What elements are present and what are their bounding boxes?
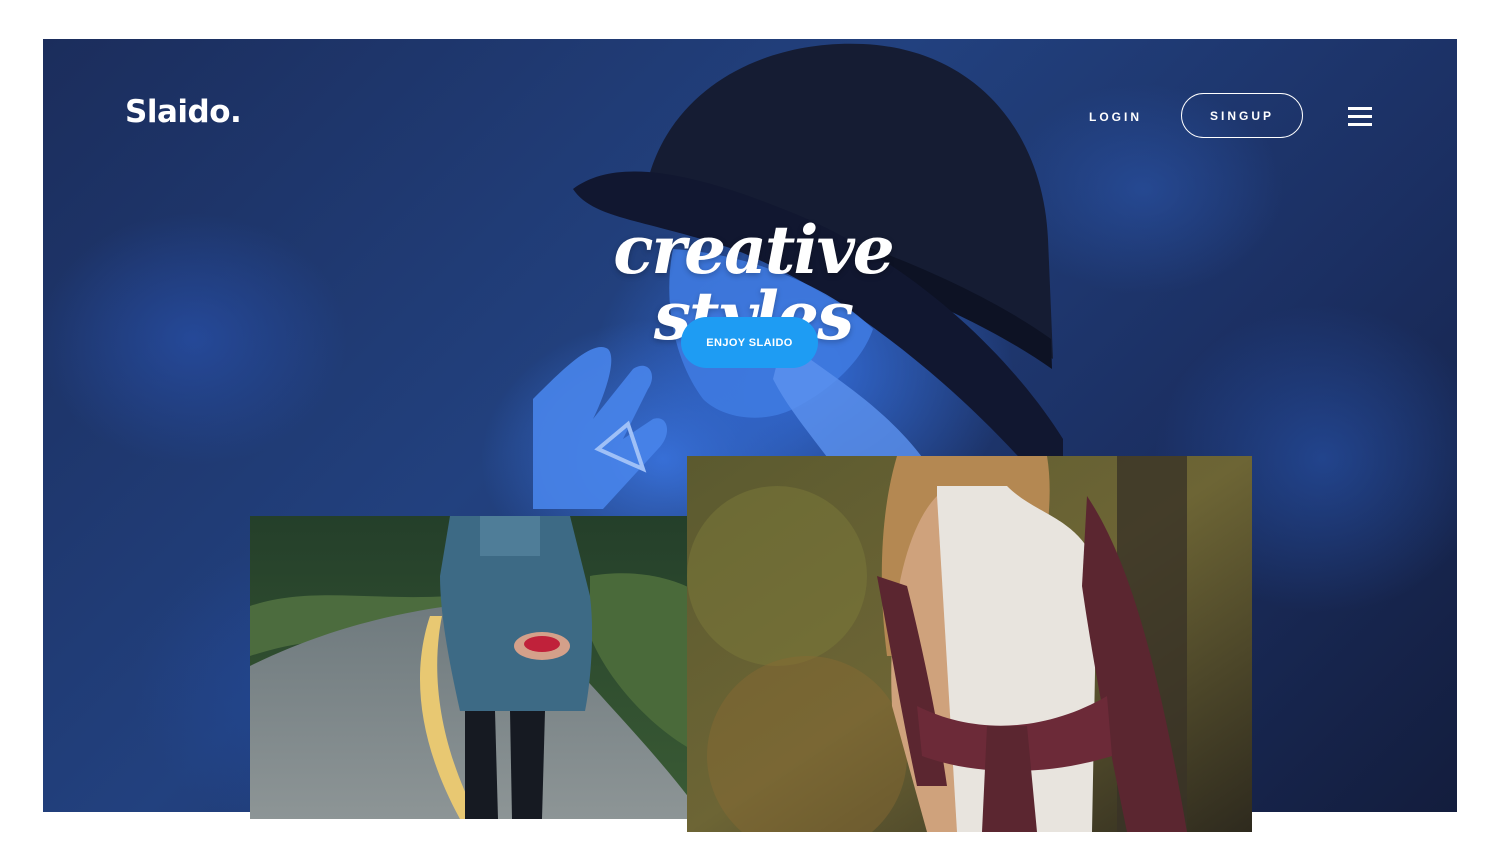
menu-line: [1348, 107, 1372, 110]
menu-line: [1348, 115, 1372, 118]
enjoy-slaido-button[interactable]: ENJOY SLAIDO: [681, 317, 818, 368]
login-link[interactable]: LOGIN: [1089, 110, 1142, 124]
signup-button[interactable]: SINGUP: [1181, 93, 1303, 138]
hamburger-menu-icon[interactable]: [1348, 107, 1372, 126]
brand-logo[interactable]: Slaido.: [125, 94, 242, 130]
photo-forest-woman: [687, 456, 1252, 832]
photo-road-berries: [250, 516, 704, 819]
menu-line: [1348, 123, 1372, 126]
